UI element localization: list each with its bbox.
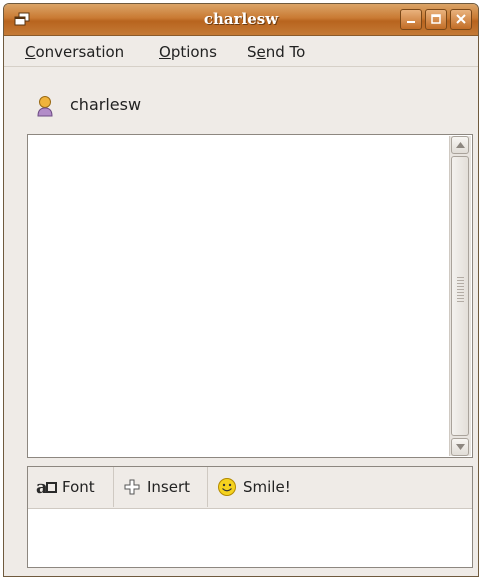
history-scrollbar[interactable] (449, 136, 471, 456)
smile-label: Smile! (243, 478, 291, 496)
smiley-icon (218, 478, 236, 496)
font-label: Font (62, 478, 95, 496)
person-icon (37, 96, 53, 117)
grip-icon (457, 277, 464, 303)
buddy-name: charlesw (70, 95, 142, 114)
message-input[interactable] (28, 509, 472, 567)
plus-icon (124, 479, 140, 495)
menu-send-to[interactable]: Send To (247, 43, 305, 61)
maximize-button[interactable] (425, 9, 447, 30)
format-toolbar: a Font Insert Smile! (28, 467, 472, 509)
minimize-button[interactable] (400, 9, 422, 30)
compose-area: a Font Insert Smile! (27, 466, 473, 568)
conversation-history[interactable] (27, 134, 473, 458)
smile-button[interactable]: Smile! (208, 467, 318, 507)
scroll-thumb[interactable] (451, 156, 469, 436)
insert-label: Insert (147, 478, 191, 496)
font-button[interactable]: a Font (28, 467, 114, 507)
close-icon (456, 14, 466, 24)
scroll-down-button[interactable] (451, 438, 469, 456)
arrow-down-icon (456, 444, 465, 450)
close-button[interactable] (450, 9, 472, 30)
minimize-icon (407, 21, 415, 23)
font-icon: a (36, 478, 57, 496)
scroll-up-button[interactable] (451, 136, 469, 154)
menu-options[interactable]: Options (159, 43, 217, 61)
conversation-window: charlesw Conversation Options Send To ch… (3, 3, 479, 577)
maximize-icon (431, 14, 441, 24)
menu-conversation[interactable]: Conversation (25, 43, 124, 61)
title-bar[interactable]: charlesw (4, 4, 478, 36)
insert-button[interactable]: Insert (114, 467, 208, 507)
menu-bar: Conversation Options Send To (4, 36, 478, 67)
arrow-up-icon (456, 142, 465, 148)
